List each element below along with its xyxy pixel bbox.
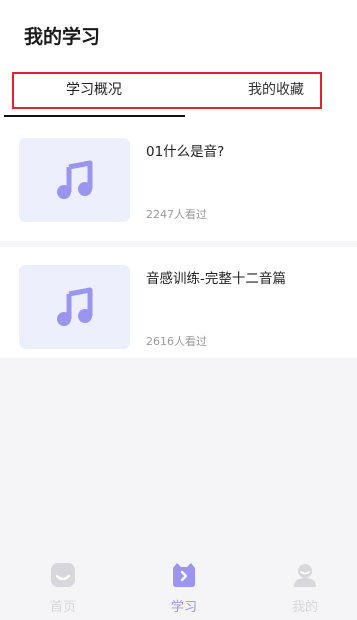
tabbar-item-home[interactable]: 首页 <box>33 562 93 615</box>
tab-study-overview[interactable]: 学习概况 <box>66 74 122 107</box>
tabbar-label: 我的 <box>291 600 318 615</box>
list-item[interactable]: 01什么是音? 2247人看过 <box>0 120 357 235</box>
profile-icon <box>294 564 316 587</box>
active-tab-indicator <box>4 115 185 117</box>
course-list: 01什么是音? 2247人看过 音感训练-完整十二音篇 2616人看过 <box>0 120 357 368</box>
list-item[interactable]: 音感训练-完整十二音篇 2616人看过 <box>0 247 357 362</box>
page-title: 我的学习 <box>24 26 101 48</box>
tabbar-label: 学习 <box>170 600 197 615</box>
empty-area <box>0 358 357 550</box>
music-note-icon <box>56 287 92 326</box>
tab-bar: 学习概况 我的收藏 <box>12 72 322 109</box>
home-icon <box>51 563 75 587</box>
tab-favorites[interactable]: 我的收藏 <box>248 74 304 107</box>
tabbar-item-study[interactable]: 学习 <box>154 562 214 615</box>
course-thumbnail <box>19 265 130 349</box>
tabbar-item-profile[interactable]: 我的 <box>275 562 335 615</box>
music-note-icon <box>56 160 92 199</box>
tabbar-label: 首页 <box>49 600 76 615</box>
study-icon <box>173 563 195 587</box>
course-title: 01什么是音? <box>146 144 225 160</box>
page-header: 我的学习 <box>0 0 357 64</box>
view-count: 2247人看过 <box>146 208 207 221</box>
course-thumbnail <box>19 138 130 222</box>
course-title: 音感训练-完整十二音篇 <box>146 271 286 287</box>
bottom-tab-bar: 首页 学习 我的 <box>0 550 357 620</box>
view-count: 2616人看过 <box>146 335 207 348</box>
